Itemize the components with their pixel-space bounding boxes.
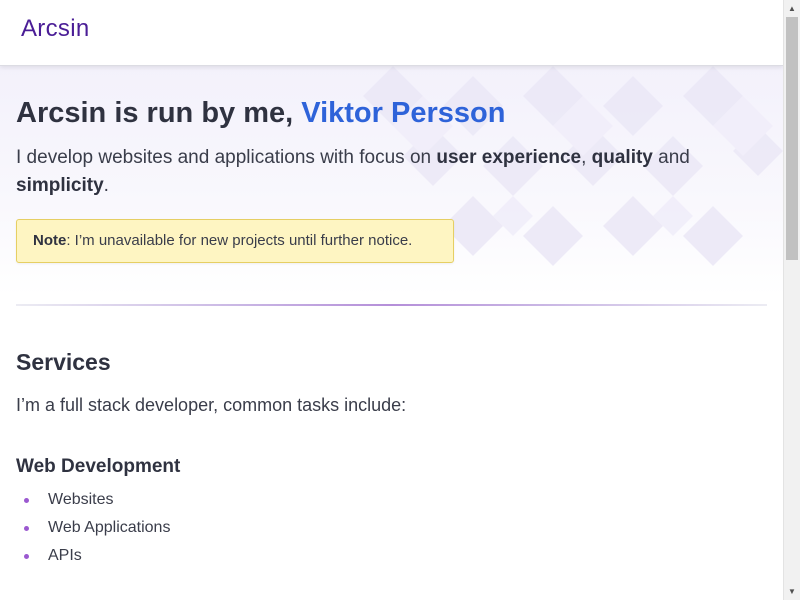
web-development-list: Websites Web Applications APIs — [16, 486, 170, 570]
hero-description: I develop websites and applications with… — [16, 144, 756, 200]
list-item: Web Applications — [16, 514, 170, 542]
services-heading: Services — [16, 349, 111, 375]
list-item: Websites — [16, 486, 170, 514]
hero-desc-text: I develop websites and applications with… — [16, 147, 437, 168]
hero-desc-emphasis: simplicity — [16, 175, 104, 196]
hero-desc-emphasis: quality — [591, 147, 653, 168]
hero-section: Arcsin is run by me, Viktor Persson I de… — [0, 66, 783, 296]
hero-desc-text: , — [581, 147, 592, 168]
bullet-icon — [24, 498, 29, 503]
note-label: Note — [33, 232, 67, 249]
author-name-link[interactable]: Viktor Persson — [301, 97, 505, 129]
list-item-label: Web Applications — [48, 519, 171, 536]
bullet-icon — [24, 554, 29, 559]
site-logo-link[interactable]: Arcsin — [21, 15, 89, 43]
arrow-down-icon[interactable]: ▼ — [784, 583, 800, 600]
section-divider — [16, 304, 767, 306]
note-text: : I’m unavailable for new projects until… — [66, 232, 413, 249]
list-item-label: Websites — [48, 491, 114, 508]
vertical-scrollbar[interactable]: ▲ ▼ — [783, 0, 800, 600]
hero-desc-text: . — [103, 175, 109, 196]
web-development-heading: Web Development — [16, 456, 181, 477]
list-item: APIs — [16, 542, 170, 570]
hero-desc-text: and — [652, 147, 690, 168]
arrow-up-icon[interactable]: ▲ — [784, 0, 800, 17]
services-intro: I’m a full stack developer, common tasks… — [16, 395, 407, 415]
hero-title: Arcsin is run by me, Viktor Persson — [16, 97, 505, 130]
hero-title-prefix: Arcsin is run by me, — [16, 97, 302, 129]
site-header: Arcsin — [0, 0, 783, 66]
availability-note: Note: I’m unavailable for new projects u… — [16, 219, 454, 263]
hero-desc-emphasis: user experience — [436, 147, 582, 168]
list-item-label: APIs — [48, 547, 82, 564]
bullet-icon — [24, 526, 29, 531]
page: Arcsin Arcsin is run by me, Viktor Perss… — [0, 0, 783, 600]
scrollbar-thumb[interactable] — [786, 17, 798, 260]
